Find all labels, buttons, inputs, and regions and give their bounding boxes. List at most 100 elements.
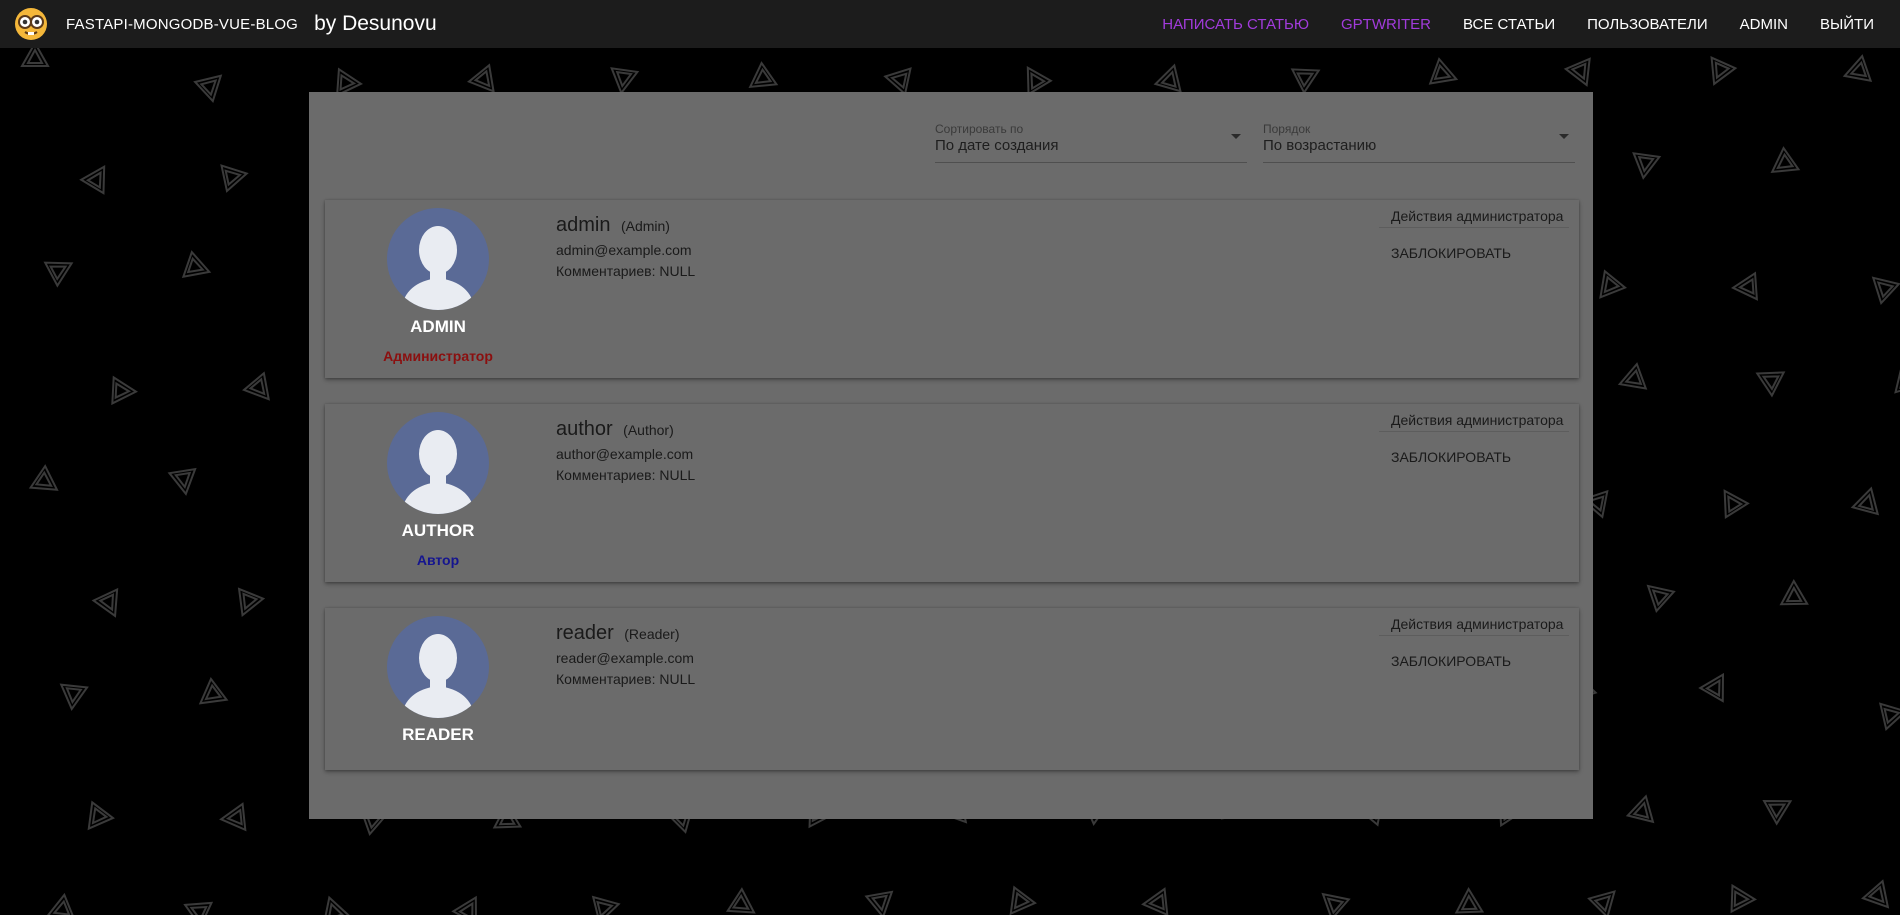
block-button[interactable]: ЗАБЛОКИРОВАТЬ — [1379, 449, 1569, 465]
admin-actions-title: Действия администратора — [1379, 412, 1569, 432]
order-select[interactable]: Порядок По возрастанию — [1263, 116, 1575, 163]
penrose-triangle-icon — [1152, 58, 1189, 95]
penrose-triangle-icon — [1585, 879, 1627, 915]
penrose-triangle-icon — [1727, 883, 1758, 914]
penrose-triangle-icon — [450, 888, 491, 915]
avatar[interactable] — [387, 412, 489, 514]
top-navbar: FASTAPI-MONGODB-VUE-BLOG by Desunovu НАП… — [0, 0, 1900, 48]
nav-all-articles[interactable]: ВСЕ СТАТЬИ — [1447, 16, 1571, 33]
penrose-triangle-icon — [39, 891, 78, 915]
penrose-triangle-icon — [1139, 887, 1172, 915]
admin-actions: Действия администратора ЗАБЛОКИРОВАТЬ — [1379, 412, 1569, 465]
nerd-emoji-icon[interactable] — [14, 7, 48, 41]
block-button[interactable]: ЗАБЛОКИРОВАТЬ — [1379, 653, 1569, 669]
penrose-triangle-icon — [189, 675, 231, 717]
penrose-triangle-icon — [167, 465, 201, 499]
user-name[interactable]: reader — [556, 622, 614, 644]
penrose-triangle-icon — [41, 249, 82, 290]
avatar[interactable] — [387, 616, 489, 718]
brand-title[interactable]: FASTAPI-MONGODB-VUE-BLOG — [66, 16, 298, 33]
dropdown-caret-icon[interactable] — [1559, 134, 1569, 139]
user-role: (Admin) — [620, 218, 670, 234]
admin-actions: Действия администратора ЗАБЛОКИРОВАТЬ — [1379, 208, 1569, 261]
user-email: reader@example.com — [556, 650, 694, 666]
username-caps: AUTHOR — [401, 521, 475, 540]
penrose-triangle-icon — [1729, 271, 1761, 303]
user-silhouette-icon — [401, 226, 475, 310]
user-comments: Комментариев: NULL — [556, 467, 696, 483]
username-caps: ADMIN — [410, 317, 466, 336]
penrose-triangle-icon — [1636, 573, 1678, 615]
avatar[interactable] — [387, 208, 489, 310]
penrose-triangle-icon — [1850, 482, 1887, 519]
user-email: admin@example.com — [556, 242, 692, 258]
penrose-triangle-icon — [240, 369, 282, 411]
penrose-triangle-icon — [1311, 881, 1353, 915]
nav-users[interactable]: ПОЛЬЗОВАТЕЛИ — [1571, 16, 1724, 33]
penrose-triangle-icon — [1628, 149, 1662, 183]
user-info: author (Author) author@example.com Комме… — [556, 418, 695, 483]
user-role: (Author) — [623, 422, 674, 438]
penrose-triangle-icon — [26, 462, 68, 504]
brand-byline: by Desunovu — [314, 12, 437, 35]
sort-by-value: По дате создания — [935, 137, 1059, 154]
penrose-triangle-icon — [589, 889, 625, 915]
role-badge: Администратор — [383, 348, 493, 364]
penrose-triangle-icon — [1426, 56, 1464, 94]
user-info: reader (Reader) reader@example.com Комме… — [556, 622, 695, 687]
user-comments: Комментариев: NULL — [556, 263, 696, 279]
penrose-triangle-icon — [179, 249, 217, 287]
penrose-triangle-icon — [1837, 53, 1875, 91]
penrose-triangle-icon — [1587, 267, 1629, 309]
penrose-triangle-icon — [723, 885, 764, 915]
main-nav: НАПИСАТЬ СТАТЬЮ GPTWRITER ВСЕ СТАТЬИ ПОЛ… — [1146, 16, 1890, 33]
penrose-triangle-icon — [864, 888, 899, 915]
sort-controls: Сортировать по По дате создания Порядок … — [935, 116, 1575, 163]
penrose-triangle-icon — [1625, 790, 1661, 826]
penrose-triangle-icon — [176, 890, 216, 915]
penrose-triangle-icon — [217, 158, 253, 194]
user-card: ADMIN Администратор admin (Admin) admin@… — [325, 200, 1579, 378]
penrose-triangle-icon — [1612, 361, 1650, 399]
user-silhouette-icon — [401, 430, 475, 514]
penrose-triangle-icon — [997, 883, 1039, 915]
block-button[interactable]: ЗАБЛОКИРОВАТЬ — [1379, 245, 1569, 261]
user-email: author@example.com — [556, 446, 694, 462]
penrose-triangle-icon — [227, 584, 266, 623]
username-caps: READER — [402, 725, 474, 744]
penrose-triangle-icon — [1697, 665, 1738, 706]
penrose-triangle-icon — [1748, 359, 1788, 399]
penrose-triangle-icon — [108, 375, 140, 407]
role-badge: Автор — [416, 552, 460, 568]
penrose-triangle-icon — [1861, 265, 1900, 307]
penrose-triangle-icon — [1562, 54, 1601, 93]
order-value: По возрастанию — [1263, 137, 1377, 154]
penrose-triangle-icon — [1886, 359, 1900, 396]
user-comments: Комментариев: NULL — [556, 671, 696, 687]
user-silhouette-icon — [401, 634, 475, 718]
penrose-triangle-icon — [217, 802, 250, 835]
penrose-triangle-icon — [1761, 144, 1803, 186]
user-card: AUTHOR Автор author (Author) author@exam… — [325, 404, 1579, 582]
penrose-triangle-icon — [77, 156, 118, 197]
user-name[interactable]: author — [556, 418, 613, 440]
nav-gptwriter[interactable]: GPTWRITER — [1325, 16, 1447, 33]
penrose-triangle-icon — [1859, 877, 1900, 915]
sort-by-select[interactable]: Сортировать по По дате создания — [935, 116, 1247, 163]
nav-admin[interactable]: ADMIN — [1724, 16, 1804, 33]
penrose-triangle-icon — [191, 63, 233, 105]
user-info: admin (Admin) admin@example.com Коммента… — [556, 214, 695, 279]
penrose-triangle-icon — [75, 798, 117, 840]
dropdown-caret-icon[interactable] — [1231, 134, 1241, 139]
nav-logout[interactable]: ВЫЙТИ — [1804, 16, 1890, 33]
penrose-triangle-icon — [1453, 885, 1485, 915]
nav-write-article[interactable]: НАПИСАТЬ СТАТЬЮ — [1146, 16, 1325, 33]
user-name[interactable]: admin — [556, 214, 610, 236]
user-card: READER reader (Reader) reader@example.co… — [325, 608, 1579, 770]
users-panel: Сортировать по По дате создания Порядок … — [309, 92, 1593, 819]
penrose-triangle-icon — [1288, 56, 1328, 96]
admin-actions-title: Действия администратора — [1379, 616, 1569, 636]
penrose-triangle-icon — [1760, 787, 1801, 828]
penrose-triangle-icon — [1710, 480, 1751, 521]
penrose-triangle-icon — [57, 681, 90, 714]
